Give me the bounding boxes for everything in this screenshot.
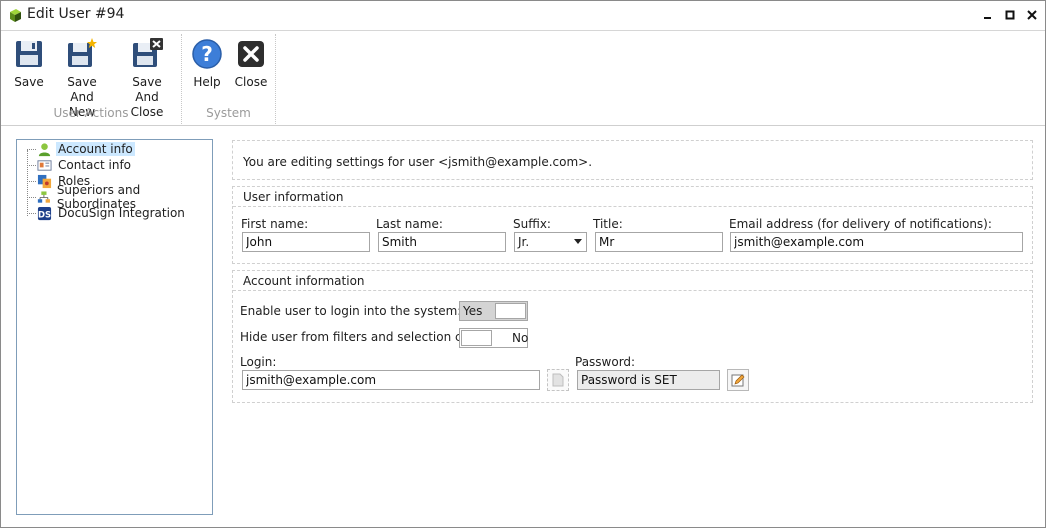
account-information-title: Account information xyxy=(243,274,365,288)
enable-login-label: Enable user to login into the system: xyxy=(240,304,462,318)
svg-text:?: ? xyxy=(201,42,213,66)
edit-user-window: Edit User #94 Save Save And New Save And… xyxy=(0,0,1046,528)
close-icon xyxy=(1027,10,1037,20)
save-button[interactable]: Save xyxy=(9,38,49,90)
account-information-section: Account information Enable user to login… xyxy=(232,270,1033,403)
last-name-input[interactable] xyxy=(378,232,506,252)
editing-info-text: You are editing settings for user <jsmit… xyxy=(243,155,593,169)
document-icon xyxy=(552,373,564,387)
user-icon xyxy=(38,142,51,156)
hide-user-toggle[interactable]: No xyxy=(459,328,528,348)
tree-item-superiors-subordinates[interactable]: Superiors and Subordinates xyxy=(37,183,212,211)
tree-item-label: Account info xyxy=(56,142,135,156)
close-label: Close xyxy=(234,75,268,89)
system-caption: System xyxy=(206,106,251,120)
ribbon-toolbar: Save Save And New Save And Close User Ac… xyxy=(1,32,1045,126)
save-label: Save xyxy=(14,75,44,89)
section-divider xyxy=(233,290,1032,291)
login-document-button[interactable] xyxy=(547,369,569,391)
floppy-disk-close-icon xyxy=(133,38,163,67)
maximize-icon xyxy=(1005,10,1015,20)
app-logo-icon xyxy=(10,9,21,22)
tree-item-label: Contact info xyxy=(58,158,132,172)
section-divider xyxy=(233,206,1032,207)
save-and-new-label-line1: Save And xyxy=(67,75,97,104)
toggle-knob xyxy=(461,330,492,346)
title-label: Title: xyxy=(593,217,623,231)
user-actions-group: Save Save And New Save And Close User Ac… xyxy=(1,34,182,124)
tree-item-docusign[interactable]: DS DocuSign Integration xyxy=(37,205,187,221)
edit-password-button[interactable] xyxy=(727,369,749,391)
tree-tick xyxy=(27,165,36,166)
roles-icon xyxy=(37,174,52,188)
first-name-input[interactable] xyxy=(242,232,370,252)
password-status-text: Password is SET xyxy=(581,373,677,387)
chevron-down-icon xyxy=(574,239,582,244)
tree-item-label: DocuSign Integration xyxy=(58,206,185,220)
close-button[interactable]: Close xyxy=(232,38,270,90)
main-content: Account info Contact info Roles Superior… xyxy=(1,127,1045,527)
password-label: Password: xyxy=(575,355,636,369)
minimize-icon xyxy=(984,17,991,19)
enable-login-toggle[interactable]: Yes xyxy=(459,301,528,321)
system-group: ? Help Close System xyxy=(182,34,276,124)
org-chart-icon xyxy=(37,190,50,203)
suffix-value: Jr. xyxy=(518,235,530,249)
suffix-select[interactable]: Jr. xyxy=(514,232,587,252)
tree-tick xyxy=(27,149,36,150)
tree-tick xyxy=(27,197,36,198)
floppy-disk-new-icon xyxy=(68,38,97,67)
info-panel: You are editing settings for user <jsmit… xyxy=(232,140,1033,180)
email-input[interactable] xyxy=(730,232,1023,252)
docusign-icon: DS xyxy=(37,206,52,220)
login-input[interactable] xyxy=(242,370,540,390)
user-actions-caption: User Actions xyxy=(53,106,129,120)
toggle-value: No xyxy=(512,331,529,345)
user-information-section: User information First name: Last name: … xyxy=(232,186,1033,264)
contact-card-icon xyxy=(37,159,52,171)
tree-tick xyxy=(27,213,36,214)
close-window-button[interactable] xyxy=(1019,5,1045,25)
window-title: Edit User #94 xyxy=(27,6,125,22)
password-status-field: Password is SET xyxy=(577,370,720,390)
title-input[interactable] xyxy=(595,232,723,252)
help-button[interactable]: ? Help xyxy=(190,38,224,90)
toggle-value: Yes xyxy=(463,304,483,318)
first-name-label: First name: xyxy=(241,217,309,231)
tree-item-contact-info[interactable]: Contact info xyxy=(37,157,133,173)
title-bar: Edit User #94 xyxy=(1,1,1045,31)
settings-tree: Account info Contact info Roles Superior… xyxy=(16,139,213,515)
last-name-label: Last name: xyxy=(376,217,443,231)
pencil-edit-icon xyxy=(731,374,745,387)
login-label: Login: xyxy=(240,355,277,369)
tree-item-account-info[interactable]: Account info xyxy=(37,141,135,157)
toggle-knob xyxy=(495,303,526,319)
save-and-close-label-line1: Save And xyxy=(132,75,162,104)
help-icon: ? xyxy=(192,39,222,69)
help-label: Help xyxy=(193,75,221,89)
email-label: Email address (for delivery of notificat… xyxy=(729,217,992,231)
suffix-label: Suffix: xyxy=(513,217,551,231)
close-x-icon xyxy=(238,41,264,67)
floppy-disk-icon xyxy=(16,41,42,67)
user-information-title: User information xyxy=(243,190,344,204)
svg-text:DS: DS xyxy=(38,209,51,219)
tree-tick xyxy=(27,181,36,182)
